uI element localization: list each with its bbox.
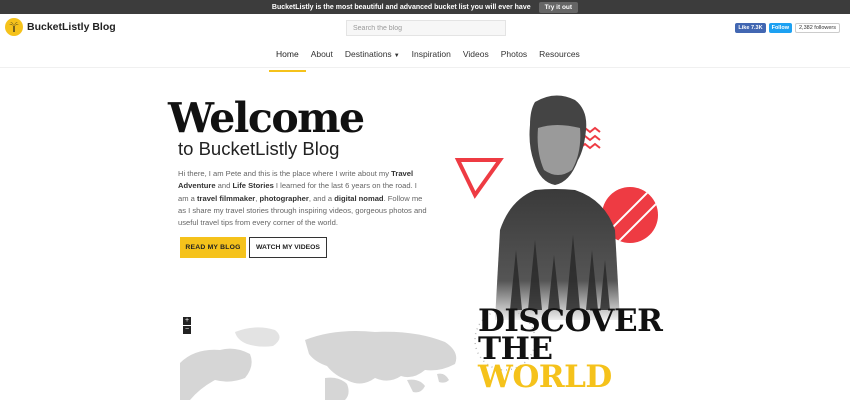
intro-text: , and a <box>308 193 335 203</box>
intro-text: Hi there, I am Pete and this is the plac… <box>178 169 392 178</box>
intro-bold: Life Stories <box>232 181 274 191</box>
facebook-like-button[interactable]: Like 7.3K <box>735 23 766 33</box>
nav-item-photos[interactable]: Photos <box>501 49 527 63</box>
map-zoom-out-button[interactable]: − <box>183 326 191 334</box>
hero-title: Welcome <box>168 94 365 142</box>
world-map[interactable] <box>175 318 475 400</box>
intro-bold: digital nomad <box>334 193 384 203</box>
nav-item-videos[interactable]: Videos <box>463 49 489 63</box>
nav-item-inspiration[interactable]: Inspiration <box>412 49 451 63</box>
promo-bar: BucketListly is the most beautiful and a… <box>0 0 850 14</box>
discover-line-3: WORLD <box>478 359 612 395</box>
nav-item-resources[interactable]: Resources <box>539 49 580 63</box>
nav-item-about[interactable]: About <box>311 49 333 63</box>
nav-item-home[interactable]: Home <box>269 49 306 72</box>
nav-item-destinations[interactable]: Destinations ▼ <box>345 49 400 63</box>
watch-my-videos-button[interactable]: WATCH MY VIDEOS <box>249 237 327 258</box>
map-zoom-in-button[interactable]: + <box>183 317 191 325</box>
header-divider <box>0 67 850 68</box>
logo-text: BucketListly Blog <box>27 21 116 33</box>
try-it-out-button[interactable]: Try it out <box>538 1 579 13</box>
palm-tree-icon <box>5 18 23 36</box>
red-triangle-shape <box>454 158 504 199</box>
hero-portrait-image <box>454 95 658 320</box>
caret-down-icon: ▼ <box>393 53 400 59</box>
hero-subtitle: to BucketListly Blog <box>178 138 340 159</box>
read-my-blog-button[interactable]: READ MY BLOG <box>180 237 246 258</box>
twitter-follow-button[interactable]: Follow <box>768 23 792 33</box>
search-input[interactable] <box>346 20 506 36</box>
intro-text: and <box>215 181 233 191</box>
intro-bold: photographer <box>259 193 309 203</box>
social-buttons: Like 7.3K Follow 2,382 followers <box>735 23 840 33</box>
hero-intro: Hi there, I am Pete and this is the plac… <box>178 168 428 229</box>
site-logo[interactable]: BucketListly Blog <box>5 18 116 36</box>
promo-text: BucketListly is the most beautiful and a… <box>271 3 531 11</box>
nav-item-destinations-label: Destinations <box>344 49 392 59</box>
intro-bold: travel filmmaker <box>197 193 256 203</box>
twitter-followers-count: 2,382 followers <box>795 23 840 33</box>
discover-the-world-heading: DISCOVER THE WORLD <box>478 306 663 395</box>
main-nav: Home About Destinations ▼ Inspiration Vid… <box>269 49 580 72</box>
